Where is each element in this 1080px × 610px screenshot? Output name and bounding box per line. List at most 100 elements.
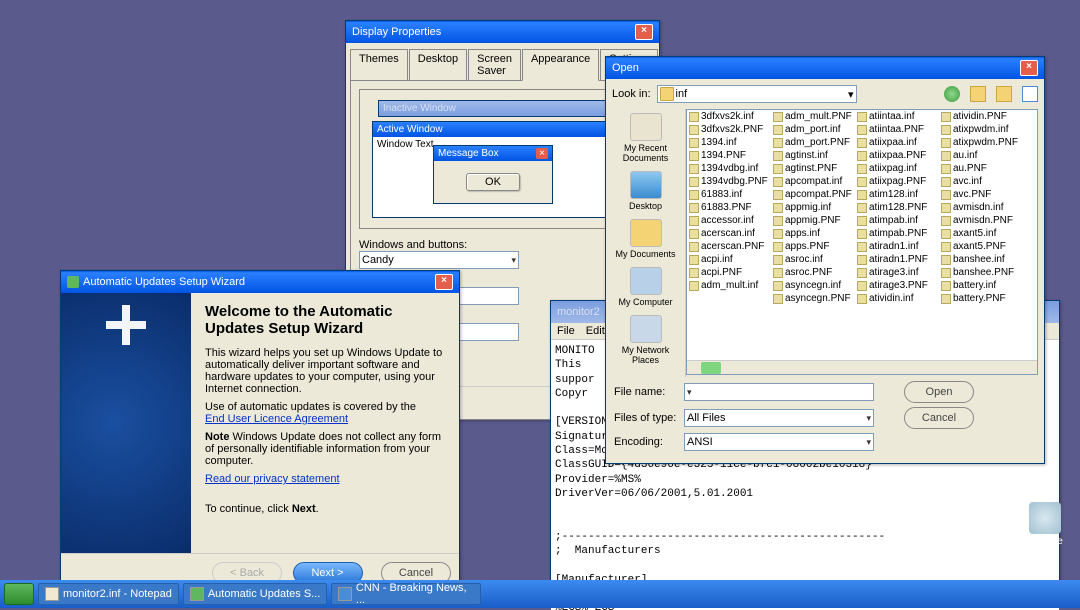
file-item[interactable]: 1394.inf xyxy=(687,136,771,149)
file-item[interactable]: atividin.PNF xyxy=(939,110,1023,123)
file-item[interactable]: atirage3.inf xyxy=(855,266,939,279)
file-item[interactable]: accessor.inf xyxy=(687,214,771,227)
file-item[interactable]: battery.inf xyxy=(939,279,1023,292)
file-item[interactable]: avmisdn.PNF xyxy=(939,214,1023,227)
close-icon[interactable]: × xyxy=(1020,60,1038,76)
file-item[interactable]: asroc.PNF xyxy=(771,266,855,279)
file-icon xyxy=(857,294,867,304)
file-item[interactable]: 61883.inf xyxy=(687,188,771,201)
start-button[interactable] xyxy=(4,583,34,605)
tab-appearance[interactable]: Appearance xyxy=(522,49,599,81)
file-item[interactable]: atiradn1.inf xyxy=(855,240,939,253)
file-item[interactable]: 1394vdbg.inf xyxy=(687,162,771,175)
encoding-combo[interactable]: ANSI xyxy=(684,433,874,451)
views-icon[interactable] xyxy=(1022,86,1038,102)
file-item[interactable]: avmisdn.inf xyxy=(939,201,1023,214)
open-button[interactable]: Open xyxy=(904,381,974,403)
close-icon[interactable]: × xyxy=(435,274,453,290)
horizontal-scrollbar[interactable] xyxy=(687,360,1037,374)
file-item[interactable]: atimpab.PNF xyxy=(855,227,939,240)
file-item[interactable]: atim128.PNF xyxy=(855,201,939,214)
file-item[interactable]: 61883.PNF xyxy=(687,201,771,214)
taskbar-item-wizard[interactable]: Automatic Updates S... xyxy=(183,583,328,605)
file-item[interactable]: apcompat.PNF xyxy=(771,188,855,201)
file-item[interactable]: acpi.PNF xyxy=(687,266,771,279)
menu-file[interactable]: File xyxy=(557,325,575,337)
cancel-button[interactable]: Cancel xyxy=(904,407,974,429)
wizard-titlebar[interactable]: Automatic Updates Setup Wizard × xyxy=(61,271,459,293)
file-item[interactable]: atimpab.inf xyxy=(855,214,939,227)
eula-link[interactable]: End User Licence Agreement xyxy=(205,413,348,425)
file-item[interactable]: axant5.PNF xyxy=(939,240,1023,253)
file-item[interactable]: adm_port.inf xyxy=(771,123,855,136)
file-item[interactable]: adm_mult.PNF xyxy=(771,110,855,123)
place-mycomputer[interactable]: My Computer xyxy=(610,267,681,307)
tab-themes[interactable]: Themes xyxy=(350,49,408,80)
menu-edit[interactable]: Edit xyxy=(586,325,605,337)
file-item[interactable]: 3dfxvs2k.PNF xyxy=(687,123,771,136)
file-item[interactable]: appmig.PNF xyxy=(771,214,855,227)
file-item[interactable]: avc.PNF xyxy=(939,188,1023,201)
file-item[interactable]: 1394vdbg.PNF xyxy=(687,175,771,188)
file-item[interactable]: atiixpaa.inf xyxy=(855,136,939,149)
file-item[interactable]: apcompat.inf xyxy=(771,175,855,188)
new-folder-icon[interactable] xyxy=(996,86,1012,102)
file-item[interactable]: agtinst.inf xyxy=(771,149,855,162)
file-item[interactable]: avc.inf xyxy=(939,175,1023,188)
privacy-link[interactable]: Read our privacy statement xyxy=(205,473,340,485)
file-item[interactable]: asroc.inf xyxy=(771,253,855,266)
close-icon[interactable]: × xyxy=(635,24,653,40)
file-icon xyxy=(941,242,951,252)
file-item[interactable]: atiradn1.PNF xyxy=(855,253,939,266)
file-item[interactable]: apps.PNF xyxy=(771,240,855,253)
lookin-combo[interactable]: inf▾ xyxy=(657,85,857,103)
filetype-combo[interactable]: All Files xyxy=(684,409,874,427)
filename-input[interactable] xyxy=(684,383,874,401)
file-item[interactable]: au.inf xyxy=(939,149,1023,162)
file-item[interactable]: atiixpag.inf xyxy=(855,162,939,175)
file-item[interactable]: atividin.inf xyxy=(855,292,939,305)
file-item[interactable]: atixpwdm.inf xyxy=(939,123,1023,136)
file-item[interactable]: apps.inf xyxy=(771,227,855,240)
file-item[interactable]: banshee.PNF xyxy=(939,266,1023,279)
open-titlebar[interactable]: Open × xyxy=(606,57,1044,79)
file-item[interactable]: asyncegn.inf xyxy=(771,279,855,292)
file-item[interactable]: atiixpag.PNF xyxy=(855,175,939,188)
taskbar-item-browser[interactable]: CNN - Breaking News, ... xyxy=(331,583,481,605)
taskbar-item-notepad[interactable]: monitor2.inf - Notepad xyxy=(38,583,179,605)
place-network[interactable]: My Network Places xyxy=(610,315,681,365)
file-item[interactable]: acerscan.PNF xyxy=(687,240,771,253)
place-mydocs[interactable]: My Documents xyxy=(610,219,681,259)
file-item[interactable]: 1394.PNF xyxy=(687,149,771,162)
tab-desktop[interactable]: Desktop xyxy=(409,49,467,80)
windows-buttons-combo[interactable]: Candy xyxy=(359,251,519,269)
place-desktop[interactable]: Desktop xyxy=(610,171,681,211)
file-item[interactable]: axant5.inf xyxy=(939,227,1023,240)
file-item[interactable]: adm_port.PNF xyxy=(771,136,855,149)
file-item[interactable]: 3dfxvs2k.inf xyxy=(687,110,771,123)
file-item[interactable]: atiintaa.inf xyxy=(855,110,939,123)
file-item[interactable]: appmig.inf xyxy=(771,201,855,214)
tab-screensaver[interactable]: Screen Saver xyxy=(468,49,521,80)
file-item[interactable]: au.PNF xyxy=(939,162,1023,175)
file-item[interactable]: agtinst.PNF xyxy=(771,162,855,175)
display-props-titlebar[interactable]: Display Properties × xyxy=(346,21,659,43)
file-icon xyxy=(773,242,783,252)
file-item[interactable]: acerscan.inf xyxy=(687,227,771,240)
file-icon xyxy=(941,255,951,265)
file-item[interactable]: atiintaa.PNF xyxy=(855,123,939,136)
file-item[interactable]: atiixpaa.PNF xyxy=(855,149,939,162)
file-item[interactable]: atirage3.PNF xyxy=(855,279,939,292)
place-recent[interactable]: My Recent Documents xyxy=(610,113,681,163)
up-folder-icon[interactable] xyxy=(970,86,986,102)
file-item[interactable]: atixpwdm.PNF xyxy=(939,136,1023,149)
recycle-bin[interactable]: Recycle Bin xyxy=(1020,502,1070,558)
back-icon[interactable] xyxy=(944,86,960,102)
file-item[interactable]: asyncegn.PNF xyxy=(771,292,855,305)
file-item[interactable]: banshee.inf xyxy=(939,253,1023,266)
file-item[interactable]: acpi.inf xyxy=(687,253,771,266)
file-item[interactable]: battery.PNF xyxy=(939,292,1023,305)
file-list[interactable]: 3dfxvs2k.inf3dfxvs2k.PNF1394.inf1394.PNF… xyxy=(686,109,1038,375)
file-item[interactable]: adm_mult.inf xyxy=(687,279,771,292)
file-item[interactable]: atim128.inf xyxy=(855,188,939,201)
